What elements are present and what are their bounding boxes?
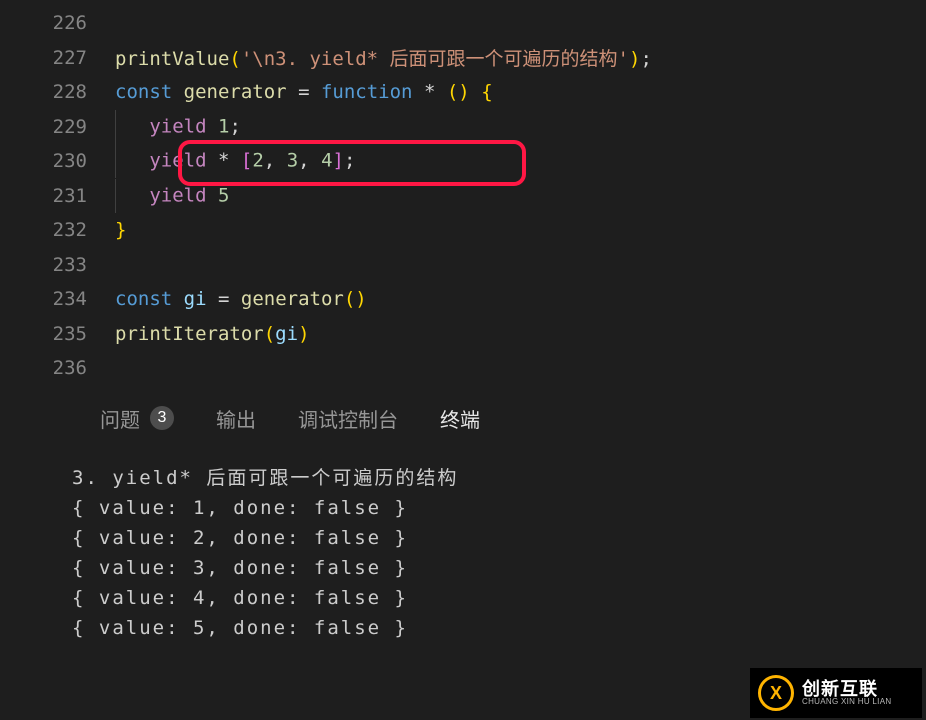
- line-number: 228: [0, 81, 115, 103]
- code-editor[interactable]: 226 227printValue('\n3. yield* 后面可跟一个可遍历的…: [0, 0, 926, 386]
- watermark-logo: X 创新互联 CHUANG XIN HU LIAN: [750, 668, 922, 718]
- tab-output-label: 输出: [216, 404, 256, 433]
- code-line[interactable]: 236: [0, 351, 926, 386]
- tab-problems-label: 问题: [100, 404, 140, 433]
- terminal-output[interactable]: 3. yield* 后面可跟一个可遍历的结构 { value: 1, done:…: [0, 447, 926, 643]
- logo-text-en: CHUANG XIN HU LIAN: [802, 698, 891, 706]
- code-lines: 226 227printValue('\n3. yield* 后面可跟一个可遍历的…: [0, 6, 926, 386]
- line-number: 227: [0, 47, 115, 69]
- problems-count-badge: 3: [150, 406, 174, 430]
- code-line[interactable]: 230 yield * [2, 3, 4];: [0, 144, 926, 179]
- code-line[interactable]: 233: [0, 248, 926, 283]
- code-line[interactable]: 229 yield 1;: [0, 110, 926, 145]
- code-content[interactable]: const generator = function * () {: [115, 81, 493, 103]
- code-content[interactable]: yield 1;: [115, 110, 241, 144]
- logo-text-cn: 创新互联: [802, 680, 891, 698]
- line-number: 235: [0, 323, 115, 345]
- line-number: 236: [0, 357, 115, 379]
- code-line[interactable]: 227printValue('\n3. yield* 后面可跟一个可遍历的结构'…: [0, 41, 926, 76]
- code-content[interactable]: yield * [2, 3, 4];: [115, 144, 355, 178]
- panel-tabs: 问题 3 输出 调试控制台 终端: [0, 386, 926, 447]
- code-content[interactable]: const gi = generator(): [115, 288, 367, 310]
- tab-debug-label: 调试控制台: [298, 404, 398, 433]
- code-content[interactable]: yield 5: [115, 179, 229, 213]
- logo-mark-icon: X: [758, 675, 794, 711]
- line-number: 232: [0, 219, 115, 241]
- code-line[interactable]: 232}: [0, 213, 926, 248]
- code-line[interactable]: 226: [0, 6, 926, 41]
- line-number: 226: [0, 12, 115, 34]
- code-line[interactable]: 228const generator = function * () {: [0, 75, 926, 110]
- code-line[interactable]: 234const gi = generator(): [0, 282, 926, 317]
- line-number: 233: [0, 254, 115, 276]
- code-line[interactable]: 235printIterator(gi): [0, 317, 926, 352]
- tab-debug-console[interactable]: 调试控制台: [298, 404, 398, 433]
- tab-terminal[interactable]: 终端: [440, 404, 480, 433]
- code-content[interactable]: printValue('\n3. yield* 后面可跟一个可遍历的结构');: [115, 44, 652, 71]
- code-content[interactable]: printIterator(gi): [115, 323, 310, 345]
- tab-terminal-label: 终端: [440, 404, 480, 433]
- code-line[interactable]: 231 yield 5: [0, 179, 926, 214]
- tab-output[interactable]: 输出: [216, 404, 256, 433]
- line-number: 234: [0, 288, 115, 310]
- line-number: 230: [0, 150, 115, 172]
- line-number: 231: [0, 185, 115, 207]
- tab-problems[interactable]: 问题 3: [100, 404, 174, 433]
- code-content[interactable]: }: [115, 219, 126, 241]
- line-number: 229: [0, 116, 115, 138]
